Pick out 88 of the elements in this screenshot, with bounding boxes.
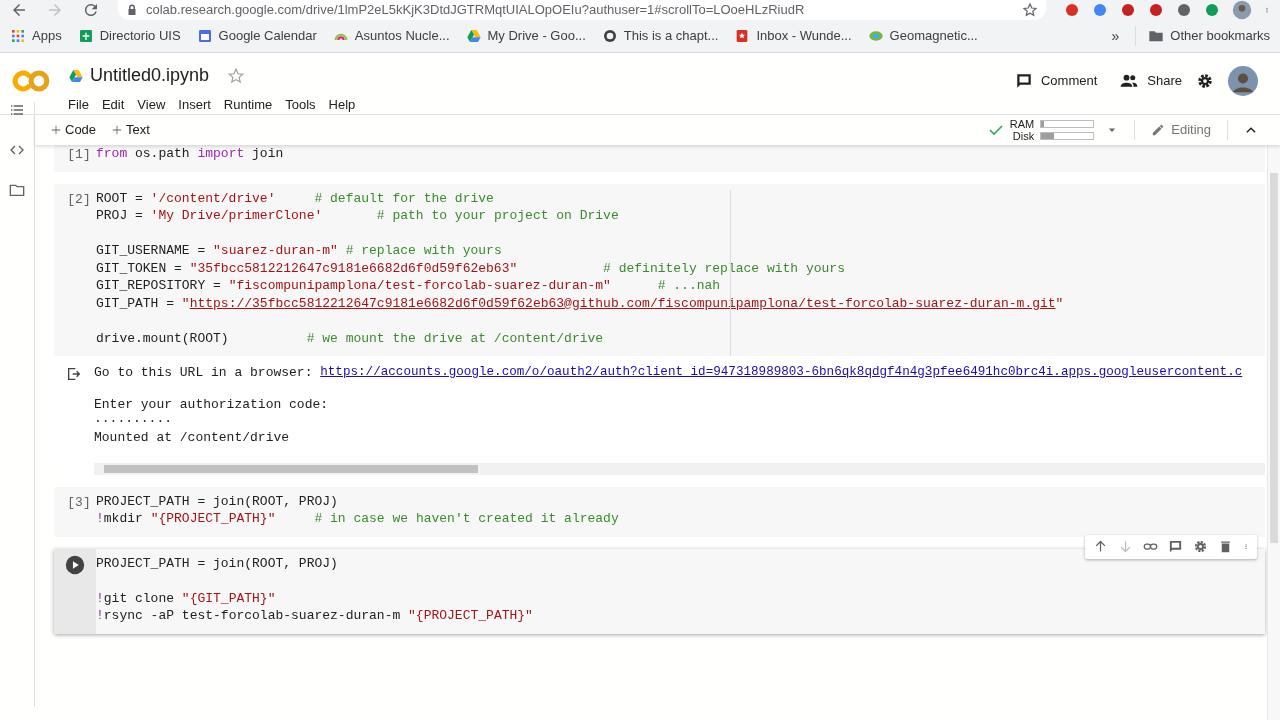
code-line: GIT_REPOSITORY = "fiscompunipamplona/test-forcolab-suarez-duran-m" # ...nah	[96, 277, 721, 295]
code-line: !git clone "{GIT_PATH}"	[96, 589, 276, 607]
output-text: Enter your authorization code:	[94, 397, 329, 414]
menu-item[interactable]: File	[68, 95, 89, 115]
bookmark[interactable]: This is a chapt...	[601, 26, 719, 46]
code-line: !mkdir "{PROJECT_PATH}" # in case we haven't created it already	[96, 510, 619, 528]
vertical-scrollbar[interactable]	[1267, 145, 1280, 720]
bookmark[interactable]: Inbox - Wunde...	[734, 26, 852, 46]
pencil-icon	[1151, 123, 1166, 137]
code-line: from os.path import join	[96, 145, 284, 163]
comment-icon	[1014, 72, 1033, 90]
disk-meter	[1040, 132, 1095, 140]
bookmark-icon	[77, 28, 94, 44]
notebook-title[interactable]: Untitled0.ipynb	[90, 62, 210, 89]
bookmark-icon	[601, 28, 618, 44]
folder-icon	[1148, 28, 1165, 44]
settings-icon[interactable]	[1193, 539, 1208, 554]
code-line: ROOT = '/content/drive' # default for the drive	[96, 189, 494, 207]
code-line: GIT_TOKEN = "35fbcc5812212647c9181e6682d6f0d59f62eb63" # definitely replace with yours	[96, 259, 845, 277]
output-text: ··········	[94, 413, 172, 430]
ram-label: RAM	[1009, 118, 1035, 130]
execution-count: [3]	[66, 493, 91, 512]
code-line: PROJECT_PATH = join(ROOT, PROJ)	[96, 554, 338, 572]
address-bar[interactable]: colab.research.google.com/drive/1lmP2eL5kKjK3DtdJGTRMqtUIALOpOEIu?authuser=1#scrollTo=LOoeHLzRiudR	[118, 0, 1046, 20]
bookmark-icon	[465, 28, 482, 44]
extension-icon[interactable]	[1148, 2, 1164, 18]
run-button[interactable]	[65, 554, 85, 575]
bookmark-icon	[196, 28, 213, 44]
folder-icon[interactable]	[9, 182, 25, 198]
bookmark[interactable]: Directorio UIS	[77, 26, 181, 46]
code-cell[interactable]: PROJECT_PATH = join(ROOT, PROJ) !git clone "{GIT_PATH}" !rsync -aP test-forcolab-suarez-duran-m "{PROJECT_PATH}"	[54, 548, 1265, 634]
code-line: PROJ = 'My Drive/primerClone' # path to your project on Drive	[96, 207, 619, 225]
extension-icon[interactable]	[1092, 2, 1108, 18]
code-cell[interactable]: [3] PROJECT_PATH = join(ROOT, PROJ) !mkdir "{PROJECT_PATH}" # in case we haven't created it already	[54, 486, 1265, 537]
bookmark[interactable]: Asuntos Nucle...	[332, 26, 450, 46]
avatar-icon[interactable]	[1228, 66, 1258, 96]
menu-item[interactable]: Insert	[178, 95, 211, 115]
bookmark[interactable]: Geomagnetic...	[867, 26, 978, 46]
comment-button[interactable]: Comment	[1014, 71, 1098, 91]
output-text: Mounted at /content/drive	[94, 430, 290, 447]
code-cell[interactable]: [1] from os.path import join	[54, 145, 1265, 172]
star-icon[interactable]	[1022, 2, 1038, 18]
avatar-icon[interactable]	[1232, 0, 1252, 20]
code-line: !rsync -aP test-forcolab-suarez-duran-m "{PROJECT_PATH}"	[96, 607, 533, 625]
trash-icon[interactable]	[1218, 539, 1233, 554]
output-text: Go to this URL in a browser:	[94, 364, 314, 381]
bookmark[interactable]: My Drive - Goo...	[465, 26, 586, 46]
bookmark-icon	[867, 28, 884, 44]
add-code-button[interactable]: Code	[51, 120, 97, 140]
menu-item[interactable]: Edit	[101, 95, 125, 115]
extension-icon[interactable]	[1120, 2, 1136, 18]
bookmark-icon	[10, 28, 26, 44]
list-icon[interactable]	[9, 102, 25, 118]
bookmark[interactable]: Apps	[10, 26, 62, 46]
star-icon[interactable]	[227, 66, 246, 85]
menu-item[interactable]: Help	[328, 95, 356, 115]
drive-icon	[68, 67, 84, 84]
extension-icon[interactable]	[1204, 2, 1220, 18]
add-text-button[interactable]: Text	[112, 120, 150, 140]
code-cell[interactable]	[54, 183, 1265, 356]
execution-count: [1]	[66, 146, 91, 164]
settings-icon[interactable]	[1196, 72, 1214, 90]
reload-icon[interactable]	[82, 1, 100, 19]
menu-item[interactable]: View	[137, 95, 166, 115]
menu-item[interactable]: Runtime	[223, 95, 273, 115]
code-line: drive.mount(ROOT) # we mount the drive at /content/drive	[96, 329, 604, 347]
extension-icon[interactable]	[1176, 2, 1192, 18]
check-icon	[987, 122, 1004, 138]
more-bookmarks-button[interactable]: »	[1111, 25, 1120, 47]
extension-icon[interactable]	[1064, 2, 1080, 18]
horizontal-scrollbar[interactable]	[94, 462, 1265, 475]
execution-count: [2]	[66, 190, 91, 209]
code-line: GIT_USERNAME = "suarez-duran-m" # replace with yours	[96, 242, 502, 260]
url-text: colab.research.google.com/drive/1lmP2eL5kKjK3DtdJGTRMqtUIALOpOEIu?authuser=1#scrollTo=LOoeHLzRiudR	[146, 1, 806, 20]
editing-mode-button[interactable]: Editing	[1151, 120, 1211, 140]
menu-item[interactable]: Tools	[285, 95, 316, 115]
disk-label: Disk	[1011, 130, 1035, 142]
comment-icon[interactable]	[1168, 539, 1183, 554]
share-button[interactable]: Share	[1119, 71, 1182, 91]
code-line: GIT_PATH = "https://35fbcc5812212647c9181e6682d6f0d59f62eb63@github.com/fiscompunipamplona/test-forcolab-suarez-duran-m.git"	[96, 294, 1064, 312]
lock-icon	[126, 4, 138, 16]
output-icon[interactable]	[66, 366, 82, 382]
other-bookmarks[interactable]: Other bookmarks	[1135, 26, 1270, 46]
ram-meter	[1040, 120, 1095, 128]
code-line: PROJECT_PATH = join(ROOT, PROJ)	[96, 492, 338, 510]
bookmark[interactable]: Google Calendar	[196, 26, 317, 46]
auth-link[interactable]: https://accounts.google.com/o/oauth2/auth?client_id=947318989803-6bn6qk8qdgf4n4g3pfee6491hc0brc4i.apps.googleusercontent.c	[320, 364, 1243, 381]
arrow-up-icon[interactable]	[1093, 539, 1108, 554]
